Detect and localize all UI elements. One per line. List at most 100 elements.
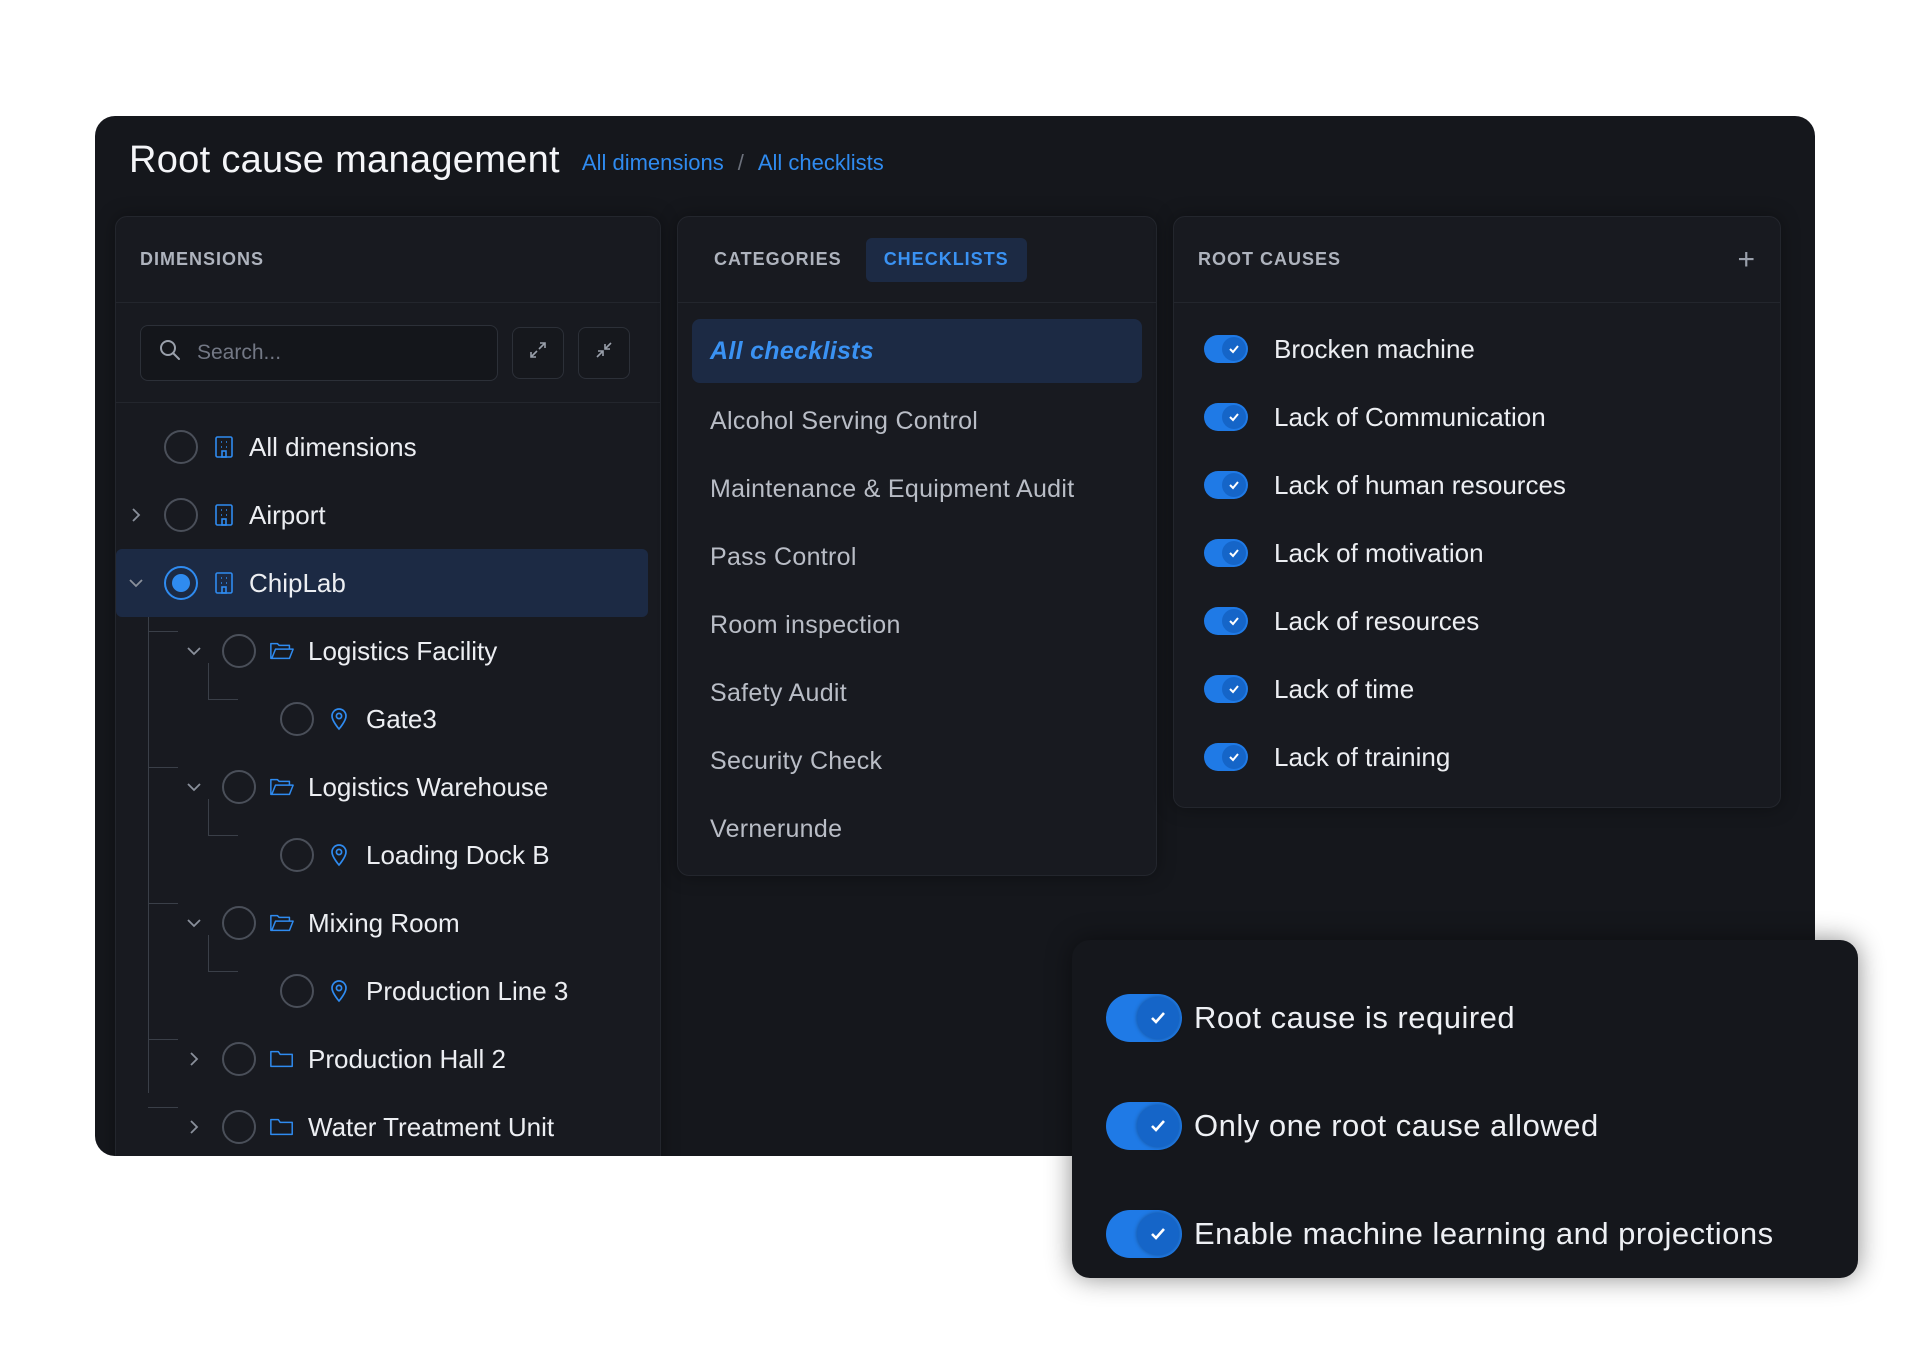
chevron-down-icon[interactable] bbox=[126, 573, 146, 593]
check-icon bbox=[1137, 997, 1179, 1039]
tree-item-gate3[interactable]: Gate3 bbox=[116, 685, 660, 753]
chevron-down-icon[interactable] bbox=[184, 777, 204, 797]
tree-item-loading-dock-b[interactable]: Loading Dock B bbox=[116, 821, 660, 889]
add-root-cause-button[interactable]: + bbox=[1737, 243, 1756, 277]
tree-radio[interactable] bbox=[222, 1042, 256, 1076]
root-cause-required-toggle[interactable] bbox=[1106, 994, 1182, 1042]
checklist-item[interactable]: Safety Audit bbox=[692, 659, 1142, 727]
checklist-item[interactable]: Alcohol Serving Control bbox=[692, 387, 1142, 455]
location-pin-icon bbox=[326, 706, 352, 732]
setting-label: Only one root cause allowed bbox=[1194, 1108, 1599, 1143]
root-cause-list: Brocken machine Lack of Communication La… bbox=[1174, 303, 1780, 803]
location-pin-icon bbox=[326, 978, 352, 1004]
expand-all-button[interactable] bbox=[512, 326, 564, 379]
chevron-right-icon[interactable] bbox=[184, 1117, 204, 1137]
tree-item-label: Airport bbox=[249, 499, 326, 530]
tree-item-airport[interactable]: Airport bbox=[116, 481, 660, 549]
root-cause-toggle[interactable] bbox=[1204, 403, 1248, 431]
setting-machine-learning: Enable machine learning and projections bbox=[1106, 1180, 1824, 1288]
breadcrumb-all-dimensions[interactable]: All dimensions bbox=[582, 150, 724, 176]
root-cause-toggle[interactable] bbox=[1204, 743, 1248, 771]
tree-item-chiplab[interactable]: ChipLab bbox=[116, 549, 648, 617]
tree-item-label: Loading Dock B bbox=[366, 839, 550, 870]
chevron-down-icon[interactable] bbox=[184, 913, 204, 933]
tree-radio[interactable] bbox=[164, 498, 198, 532]
tree-item-label: Gate3 bbox=[366, 703, 437, 734]
tree-item-label: Water Treatment Unit bbox=[308, 1111, 555, 1142]
root-cause-toggle[interactable] bbox=[1204, 335, 1248, 363]
only-one-root-cause-toggle[interactable] bbox=[1106, 1102, 1182, 1150]
machine-learning-toggle[interactable] bbox=[1106, 1210, 1182, 1258]
folder-icon bbox=[269, 1046, 295, 1072]
chevron-right-icon[interactable] bbox=[126, 505, 146, 525]
checklists-panel: CATEGORIES CHECKLISTS All checklists Alc… bbox=[677, 216, 1157, 876]
tree-radio[interactable] bbox=[222, 906, 256, 940]
tree-item-label: Production Hall 2 bbox=[308, 1043, 506, 1074]
root-cause-toggle[interactable] bbox=[1204, 539, 1248, 567]
tree-item-label: ChipLab bbox=[249, 567, 346, 598]
root-cause-toggle[interactable] bbox=[1204, 675, 1248, 703]
tree-item-label: Production Line 3 bbox=[366, 975, 569, 1006]
breadcrumb-separator: / bbox=[737, 150, 744, 175]
settings-card: Root cause is required Only one root cau… bbox=[1072, 940, 1858, 1278]
dimensions-toolbar bbox=[116, 303, 660, 403]
dimension-tree: All dimensions Airport ChipLab Logistics… bbox=[116, 403, 660, 1156]
building-icon bbox=[211, 502, 237, 528]
checklist-item[interactable]: Room inspection bbox=[692, 591, 1142, 659]
setting-only-one-root-cause: Only one root cause allowed bbox=[1106, 1072, 1824, 1180]
tree-radio[interactable] bbox=[280, 702, 314, 736]
tree-item-label: Logistics Warehouse bbox=[308, 771, 549, 802]
page-title: Root cause management bbox=[129, 138, 560, 181]
tab-checklists[interactable]: CHECKLISTS bbox=[865, 237, 1027, 282]
root-cause-label: Brocken machine bbox=[1274, 333, 1475, 364]
tree-item-water-treatment-unit[interactable]: Water Treatment Unit bbox=[116, 1093, 660, 1156]
tree-item-logistics-warehouse[interactable]: Logistics Warehouse bbox=[116, 753, 660, 821]
checklist-tabs: CATEGORIES CHECKLISTS bbox=[678, 217, 1156, 303]
breadcrumb: All dimensions / All checklists bbox=[582, 150, 884, 176]
tree-item-production-hall-2[interactable]: Production Hall 2 bbox=[116, 1025, 660, 1093]
tree-radio[interactable] bbox=[280, 974, 314, 1008]
search-box[interactable] bbox=[140, 324, 498, 381]
tree-item-all-dimensions[interactable]: All dimensions bbox=[116, 413, 660, 481]
check-icon bbox=[1222, 337, 1246, 361]
check-icon bbox=[1222, 745, 1246, 769]
collapse-all-button[interactable] bbox=[578, 326, 630, 379]
chevron-right-icon[interactable] bbox=[184, 1049, 204, 1069]
search-input[interactable] bbox=[197, 340, 477, 365]
checklist-item[interactable]: Maintenance & Equipment Audit bbox=[692, 455, 1142, 523]
check-icon bbox=[1137, 1105, 1179, 1147]
page-header: Root cause management All dimensions / A… bbox=[129, 130, 884, 190]
tree-item-logistics-facility[interactable]: Logistics Facility bbox=[116, 617, 660, 685]
setting-root-cause-required: Root cause is required bbox=[1106, 964, 1824, 1072]
tree-item-mixing-room[interactable]: Mixing Room bbox=[116, 889, 660, 957]
checklist-item[interactable]: Security Check bbox=[692, 727, 1142, 795]
checklist-item[interactable]: Vernerunde bbox=[692, 795, 1142, 863]
check-icon bbox=[1222, 473, 1246, 497]
tree-item-production-line-3[interactable]: Production Line 3 bbox=[116, 957, 660, 1025]
root-causes-heading: ROOT CAUSES bbox=[1198, 249, 1342, 269]
expand-icon bbox=[528, 340, 548, 365]
tree-radio[interactable] bbox=[164, 430, 198, 464]
tree-radio[interactable] bbox=[222, 634, 256, 668]
checklist-item-all-checklists[interactable]: All checklists bbox=[692, 319, 1142, 383]
check-icon bbox=[1222, 609, 1246, 633]
tree-radio[interactable] bbox=[280, 838, 314, 872]
building-icon bbox=[211, 570, 237, 596]
check-icon bbox=[1222, 405, 1246, 429]
tab-categories[interactable]: CATEGORIES bbox=[696, 238, 860, 282]
folder-open-icon bbox=[269, 910, 295, 936]
chevron-down-icon[interactable] bbox=[184, 641, 204, 661]
folder-open-icon bbox=[269, 638, 295, 664]
tree-radio-selected[interactable] bbox=[164, 566, 198, 600]
tree-radio[interactable] bbox=[222, 770, 256, 804]
root-cause-label: Lack of human resources bbox=[1274, 469, 1566, 500]
root-cause-toggle[interactable] bbox=[1204, 607, 1248, 635]
root-cause-item: Lack of training bbox=[1204, 723, 1750, 791]
tree-radio[interactable] bbox=[222, 1110, 256, 1144]
breadcrumb-all-checklists[interactable]: All checklists bbox=[758, 150, 884, 176]
folder-open-icon bbox=[269, 774, 295, 800]
checklist-list: All checklists Alcohol Serving Control M… bbox=[678, 303, 1156, 879]
root-cause-toggle[interactable] bbox=[1204, 471, 1248, 499]
check-icon bbox=[1137, 1213, 1179, 1255]
checklist-item[interactable]: Pass Control bbox=[692, 523, 1142, 591]
